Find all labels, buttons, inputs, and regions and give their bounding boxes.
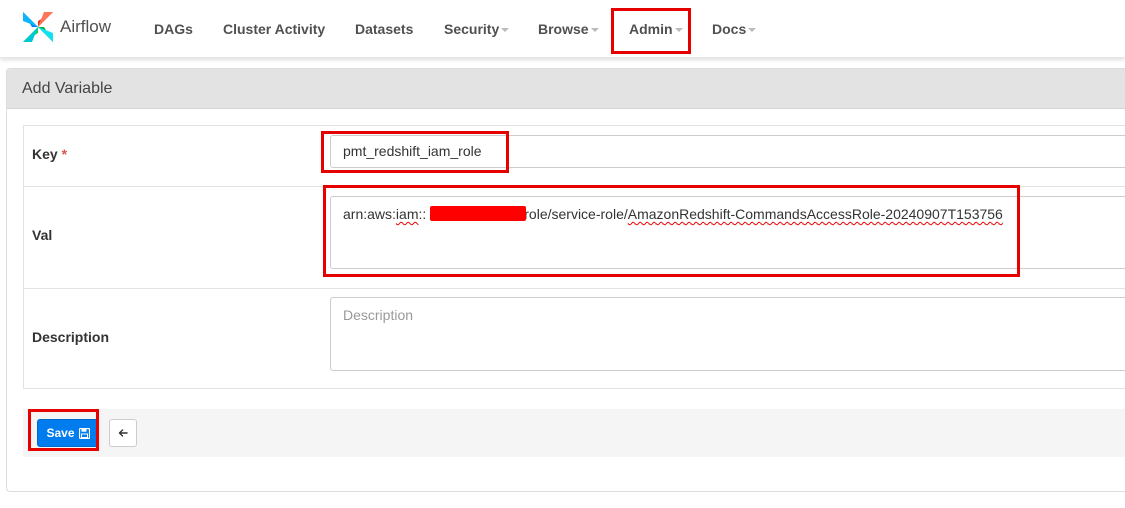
arrow-left-icon — [118, 429, 128, 437]
nav-docs-label: Docs — [712, 21, 747, 37]
airflow-brand[interactable]: Airflow — [19, 8, 111, 46]
panel-heading: Add Variable — [7, 69, 1125, 109]
required-mark: * — [61, 146, 68, 162]
nav-browse-label: Browse — [538, 21, 589, 37]
chevron-down-icon — [501, 28, 510, 32]
admin-highlight-box — [611, 8, 691, 54]
nav-docs[interactable]: Docs — [712, 0, 757, 58]
key-highlight-box — [321, 131, 509, 173]
nav-cluster-activity-label: Cluster Activity — [223, 21, 326, 37]
description-textarea[interactable]: Description — [330, 297, 1125, 371]
key-label: Key * — [32, 146, 67, 162]
description-placeholder: Description — [343, 307, 414, 323]
nav-datasets-label: Datasets — [355, 21, 414, 37]
description-row: Description Description — [24, 288, 1125, 390]
nav-dags-label: DAGs — [154, 21, 193, 37]
nav-cluster-activity[interactable]: Cluster Activity — [223, 0, 325, 58]
val-highlight-box — [323, 185, 1020, 277]
nav-security-label: Security — [444, 21, 500, 37]
add-variable-panel: Add Variable Key * pmt_redshift_iam_role… — [6, 68, 1125, 492]
airflow-logo-icon — [23, 12, 53, 42]
back-button[interactable] — [109, 419, 137, 447]
nav-datasets[interactable]: Datasets — [355, 0, 413, 58]
save-highlight-box — [28, 409, 99, 451]
nav-security[interactable]: Security — [444, 0, 510, 58]
val-label: Val — [32, 227, 53, 243]
page-title: Add Variable — [22, 80, 113, 97]
nav-dags[interactable]: DAGs — [154, 0, 193, 58]
key-row: Key * pmt_redshift_iam_role — [24, 126, 1125, 186]
form-actions: Save — [23, 409, 1125, 457]
top-navbar: Airflow DAGs Cluster Activity Datasets S… — [0, 0, 1125, 58]
chevron-down-icon — [590, 28, 599, 32]
brand-name: Airflow — [60, 17, 112, 36]
description-label: Description — [32, 329, 110, 345]
chevron-down-icon — [748, 28, 757, 32]
key-label-text: Key — [32, 146, 58, 162]
nav-browse[interactable]: Browse — [538, 0, 599, 58]
